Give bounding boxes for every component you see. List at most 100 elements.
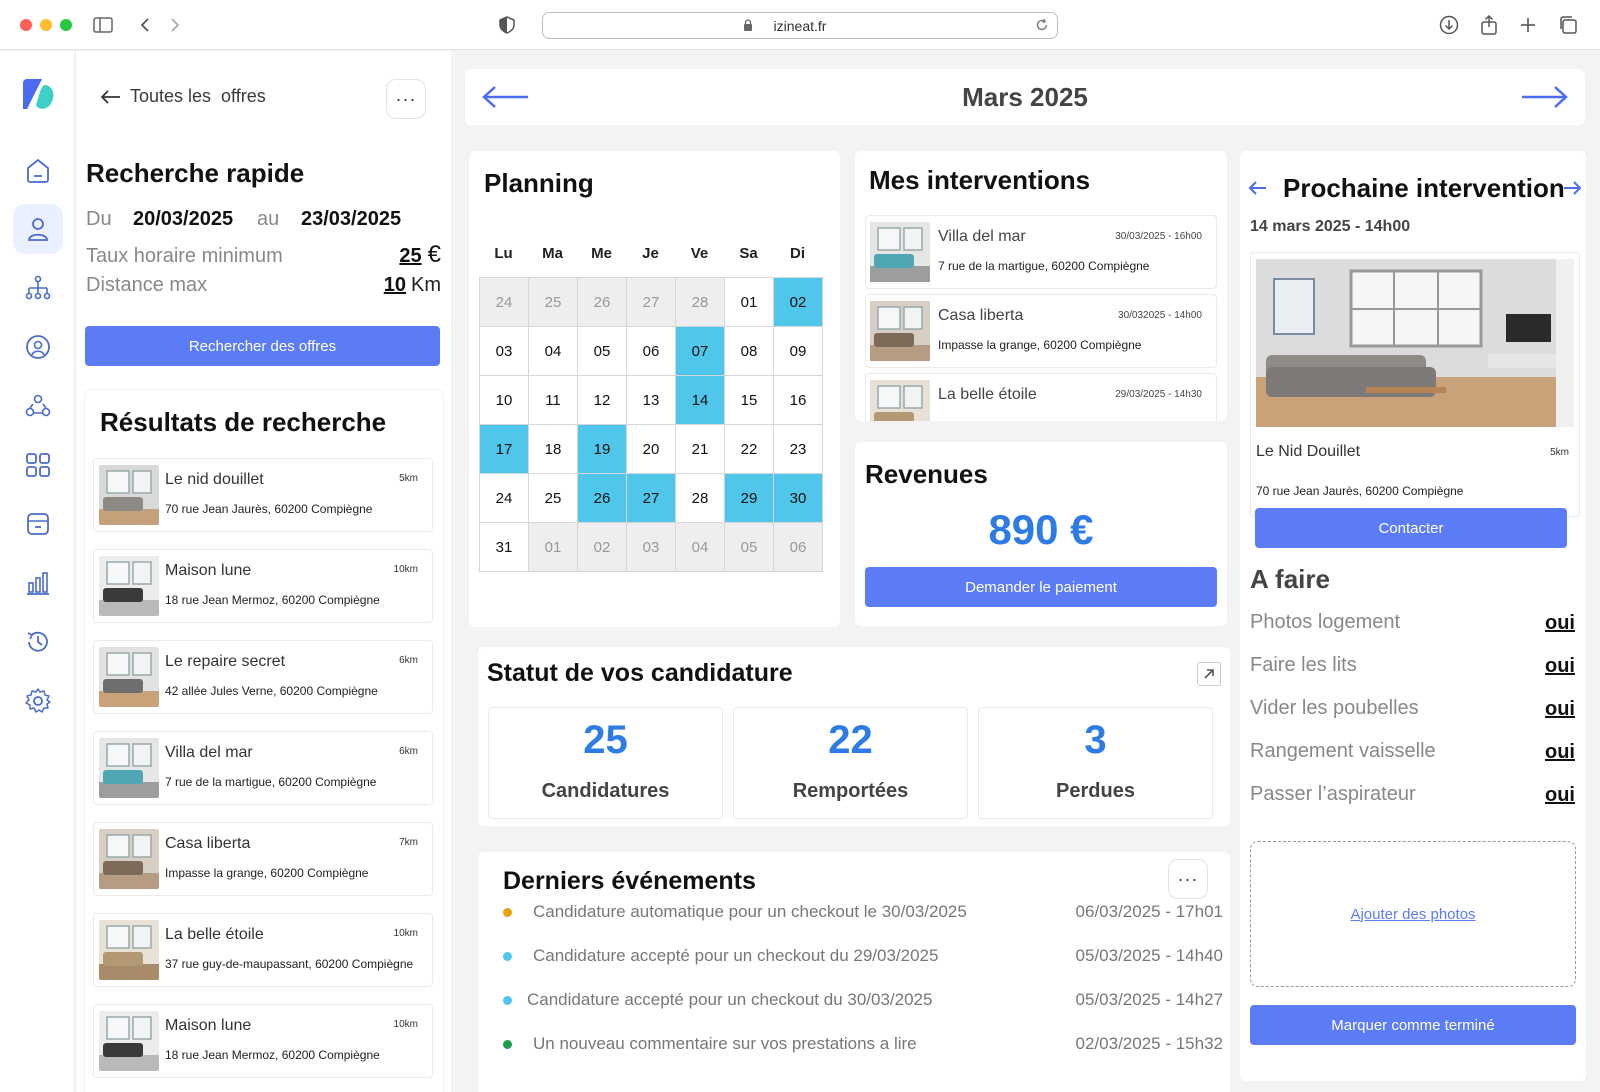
todo-status[interactable]: oui	[1545, 655, 1575, 678]
calendar-day[interactable]: 11	[529, 376, 578, 425]
calendar-day[interactable]: 15	[725, 376, 774, 425]
forward-icon[interactable]	[164, 14, 186, 36]
previous-intervention-icon[interactable]	[1248, 179, 1268, 197]
calendar-day[interactable]: 01	[529, 523, 578, 572]
from-date[interactable]: 20/03/2025	[133, 208, 257, 231]
calendar-day[interactable]: 29	[725, 474, 774, 523]
result-item[interactable]: Maison lune 18 rue Jean Mermoz, 60200 Com…	[93, 549, 433, 623]
stats-icon[interactable]	[13, 558, 63, 608]
history-icon[interactable]	[13, 617, 63, 667]
result-item[interactable]: La belle étoile 37 rue guy-de-maupassant,…	[93, 913, 433, 987]
minimize-window-button[interactable]	[40, 19, 52, 31]
calendar-day[interactable]: 25	[529, 474, 578, 523]
calendar-day[interactable]: 19	[578, 425, 627, 474]
calendar-day[interactable]: 18	[529, 425, 578, 474]
calendar-day[interactable]: 05	[578, 327, 627, 376]
calendar-day[interactable]: 04	[529, 327, 578, 376]
panel-more-button[interactable]: ···	[386, 79, 426, 119]
calendar-day[interactable]: 20	[627, 425, 676, 474]
events-more-button[interactable]: ···	[1168, 859, 1208, 899]
sidebar-toggle-icon[interactable]	[92, 14, 114, 36]
calendar-day[interactable]: 28	[676, 474, 725, 523]
todo-status[interactable]: oui	[1545, 698, 1575, 721]
next-month-icon[interactable]	[1519, 84, 1569, 110]
download-icon[interactable]	[1438, 14, 1460, 36]
result-item[interactable]: Casa liberta Impasse la grange, 60200 Com…	[93, 822, 433, 896]
result-item[interactable]: Maison lune 18 rue Jean Mermoz, 60200 Com…	[93, 1004, 433, 1078]
add-photos-link[interactable]: Ajouter des photos	[1350, 906, 1475, 923]
calendar-day[interactable]: 30	[774, 474, 823, 523]
calendar-day[interactable]: 27	[627, 474, 676, 523]
next-intervention-icon[interactable]	[1562, 179, 1582, 197]
back-icon[interactable]	[134, 14, 156, 36]
next-property-card[interactable]: Le Nid Douillet 5km 70 rue Jean Jaurès, …	[1250, 252, 1580, 517]
date-range-filter[interactable]: Du 20/03/2025 au 23/03/2025	[86, 208, 441, 231]
profile-icon[interactable]	[13, 204, 63, 254]
calendar-day[interactable]: 24	[480, 278, 529, 327]
calendar-day[interactable]: 05	[725, 523, 774, 572]
close-window-button[interactable]	[20, 19, 32, 31]
calendar-day[interactable]: 26	[578, 474, 627, 523]
archive-icon[interactable]	[13, 499, 63, 549]
calendar-day[interactable]: 25	[529, 278, 578, 327]
calendar-day[interactable]: 28	[676, 278, 725, 327]
calendar-day[interactable]: 17	[480, 425, 529, 474]
calendar-day[interactable]: 22	[725, 425, 774, 474]
todo-status[interactable]: oui	[1545, 741, 1575, 764]
calendar-day[interactable]: 04	[676, 523, 725, 572]
calendar-day[interactable]: 13	[627, 376, 676, 425]
app-logo[interactable]	[13, 69, 63, 119]
calendar-day[interactable]: 23	[774, 425, 823, 474]
intervention-item[interactable]: Casa liberta Impasse la grange, 60200 Com…	[865, 294, 1217, 368]
calendar-day[interactable]: 02	[578, 523, 627, 572]
todo-status[interactable]: oui	[1545, 784, 1575, 807]
result-item[interactable]: Le repaire secret 42 allée Jules Verne, 6…	[93, 640, 433, 714]
calendar-day[interactable]: 06	[627, 327, 676, 376]
contact-button[interactable]: Contacter	[1255, 508, 1567, 548]
url-bar[interactable]: izineat.fr	[542, 12, 1058, 39]
tabs-overview-icon[interactable]	[1557, 14, 1579, 36]
distance-filter[interactable]: Distance max 10 Km	[86, 274, 441, 297]
hierarchy-icon[interactable]	[13, 263, 63, 313]
to-date[interactable]: 23/03/2025	[301, 208, 401, 231]
request-payment-button[interactable]: Demander le paiement	[865, 567, 1217, 607]
result-item[interactable]: Le nid douillet 70 rue Jean Jaurès, 60200…	[93, 458, 433, 532]
distance-value[interactable]: 10	[384, 274, 406, 297]
calendar-day[interactable]: 02	[774, 278, 823, 327]
search-offers-button[interactable]: Rechercher des offres	[85, 326, 440, 366]
rate-value[interactable]: 25	[399, 245, 421, 268]
settings-icon[interactable]	[13, 676, 63, 726]
calendar-day[interactable]: 31	[480, 523, 529, 572]
calendar-day[interactable]: 21	[676, 425, 725, 474]
rate-filter[interactable]: Taux horaire minimum 25 €	[86, 241, 441, 269]
calendar-day[interactable]: 10	[480, 376, 529, 425]
intervention-item[interactable]: La belle étoile 29/03/2025 - 14h30	[865, 373, 1217, 421]
calendar-day[interactable]: 06	[774, 523, 823, 572]
reload-icon[interactable]	[1035, 18, 1049, 35]
calendar-day[interactable]: 24	[480, 474, 529, 523]
calendar-day[interactable]: 16	[774, 376, 823, 425]
location-target-icon[interactable]	[13, 322, 63, 372]
home-icon[interactable]	[13, 145, 63, 195]
photo-dropzone[interactable]: Ajouter des photos	[1250, 841, 1576, 987]
calendar-day[interactable]: 03	[627, 523, 676, 572]
share-icon[interactable]	[1478, 14, 1500, 36]
team-icon[interactable]	[13, 381, 63, 431]
calendar-day[interactable]: 08	[725, 327, 774, 376]
calendar-day[interactable]: 26	[578, 278, 627, 327]
calendar-day[interactable]: 01	[725, 278, 774, 327]
shield-icon[interactable]	[496, 14, 518, 36]
mark-done-button[interactable]: Marquer comme terminé	[1250, 1005, 1576, 1045]
calendar-day[interactable]: 14	[676, 376, 725, 425]
back-to-offers-link[interactable]: Toutes les offres	[100, 86, 266, 107]
intervention-item[interactable]: Villa del mar 7 rue de la martigue, 60200…	[865, 215, 1217, 289]
calendar-day[interactable]: 27	[627, 278, 676, 327]
calendar-day[interactable]: 12	[578, 376, 627, 425]
grid-icon[interactable]	[13, 440, 63, 490]
todo-status[interactable]: oui	[1545, 612, 1575, 635]
expand-icon[interactable]	[1197, 662, 1221, 686]
calendar-day[interactable]: 07	[676, 327, 725, 376]
calendar-day[interactable]: 03	[480, 327, 529, 376]
result-item[interactable]: Villa del mar 7 rue de la martigue, 60200…	[93, 731, 433, 805]
new-tab-icon[interactable]	[1517, 14, 1539, 36]
